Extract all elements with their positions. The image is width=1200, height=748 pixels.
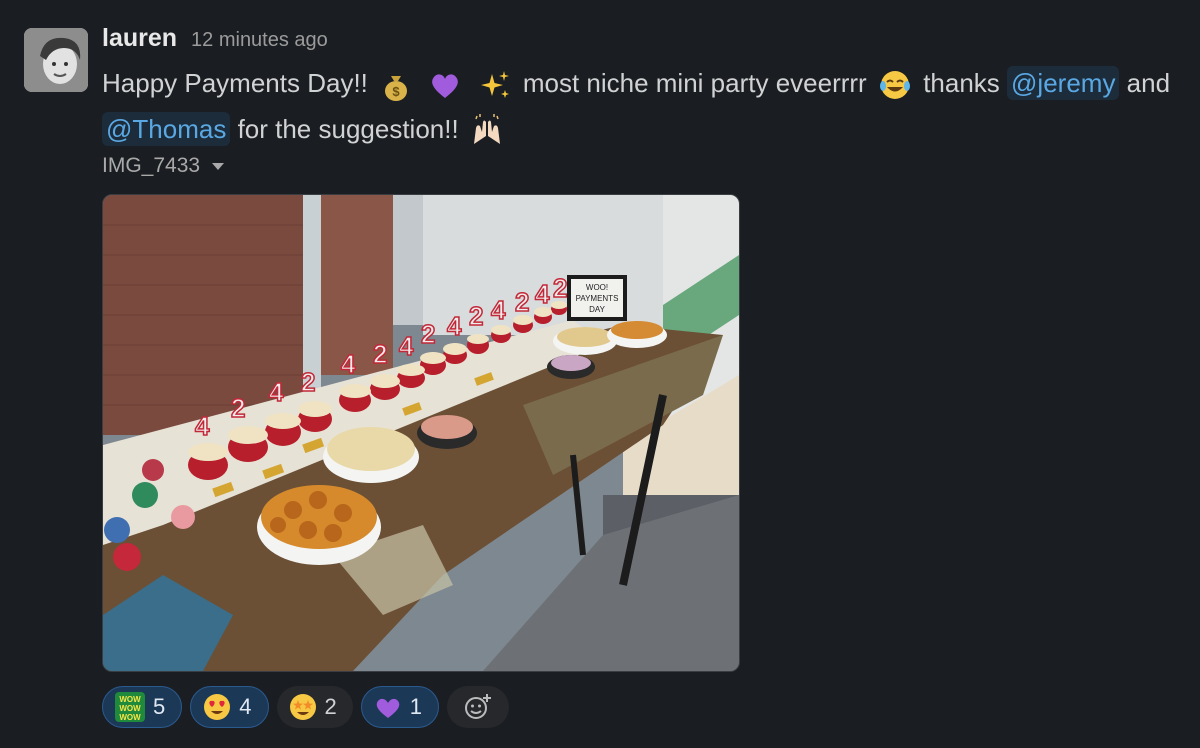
timestamp[interactable]: 12 minutes ago (191, 29, 328, 52)
svg-text:4: 4 (535, 279, 550, 309)
message-text-part: thanks (923, 68, 1000, 98)
svg-text:4: 4 (269, 377, 284, 407)
svg-text:2: 2 (515, 287, 529, 317)
purple-heart-icon (376, 698, 400, 718)
svg-text:4: 4 (491, 295, 506, 325)
filename-label: IMG_7433 (102, 154, 201, 177)
message-text: Happy Payments Day!! $ most niche mini p… (102, 60, 1182, 152)
reaction-heart-eyes[interactable]: 4 (190, 686, 269, 728)
avatar-image (24, 28, 88, 92)
reaction-purple-heart[interactable]: 1 (360, 686, 439, 728)
sparkles-icon (480, 71, 509, 99)
svg-text:4: 4 (399, 331, 414, 361)
svg-text:2: 2 (421, 319, 435, 349)
heart-eyes-icon (204, 694, 231, 720)
message-text-part: for the suggestion!! (237, 114, 459, 144)
svg-text:2: 2 (301, 367, 315, 397)
wow-icon: WOW WOW WOW (115, 692, 145, 722)
reaction-starstruck[interactable]: 2 (276, 686, 353, 728)
mention-jeremy[interactable]: @jeremy (1007, 66, 1120, 100)
svg-text:2: 2 (469, 301, 483, 331)
party-table-photo: 42 42 42 42 42 42 42 WOO! PAYMENTS DAY (103, 195, 739, 671)
lightbox-sign: WOO! PAYMENTS DAY (567, 275, 627, 321)
svg-text:4: 4 (341, 349, 356, 379)
wow-text-1: WOW (119, 695, 141, 704)
wow-text-2: WOW (119, 704, 141, 713)
svg-text:4: 4 (195, 411, 210, 441)
money-bag-icon: $ (385, 76, 408, 102)
message-text-part: and (1126, 68, 1171, 98)
mention-thomas[interactable]: @Thomas (102, 112, 231, 146)
lightbox-line-1: WOO! (586, 283, 608, 292)
purple-heart-icon (432, 74, 459, 99)
avatar[interactable] (24, 28, 88, 92)
reaction-count: 1 (409, 694, 422, 719)
reaction-count: 2 (324, 694, 337, 719)
author-name[interactable]: lauren (102, 24, 177, 53)
svg-text:2: 2 (553, 273, 567, 303)
lightbox-line-2: PAYMENTS (576, 294, 619, 303)
wow-text-3: WOW (119, 713, 141, 722)
raised-hands-icon (473, 114, 500, 145)
svg-text:2: 2 (231, 393, 245, 423)
message-text-part: most niche mini party eveerrrr (522, 68, 867, 98)
message-text-part: Happy Payments Day!! (102, 68, 368, 98)
attachment-filename[interactable]: IMG_7433 (102, 154, 225, 178)
starstruck-icon (289, 694, 316, 720)
message: lauren 12 minutes ago Happy Payments Day… (0, 0, 1200, 748)
add-reaction-button[interactable] (447, 686, 509, 728)
tears-of-joy-icon (879, 71, 910, 100)
reaction-wow[interactable]: WOW WOW WOW 5 (102, 686, 183, 728)
reaction-count: 4 (239, 694, 252, 719)
reaction-bar: WOW WOW WOW 5 4 2 1 (102, 686, 509, 728)
attached-photo[interactable]: 42 42 42 42 42 42 42 WOO! PAYMENTS DAY (102, 194, 740, 672)
svg-text:4: 4 (447, 311, 462, 341)
message-header: lauren 12 minutes ago (102, 24, 328, 60)
add-emoji-icon (465, 694, 491, 719)
chevron-down-icon[interactable] (212, 162, 225, 170)
lightbox-line-3: DAY (589, 305, 606, 314)
reaction-count: 5 (153, 694, 166, 719)
svg-text:2: 2 (373, 339, 387, 369)
svg-text:$: $ (393, 84, 401, 99)
